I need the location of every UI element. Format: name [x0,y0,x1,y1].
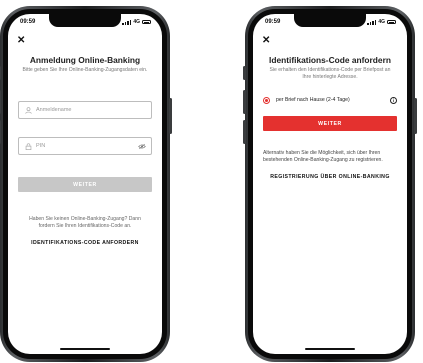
user-icon [24,106,32,114]
close-icon[interactable]: ✕ [17,36,27,46]
notch [294,14,366,27]
volume-up-button [243,90,246,114]
info-icon[interactable]: i [390,96,397,104]
login-screen: 09:59 4G ✕ Anmeldung Online-Banking Bitt… [8,14,162,354]
status-time: 09:59 [20,19,36,25]
username-field[interactable]: Anmeldename [18,101,152,119]
pin-placeholder: PIN [36,143,46,149]
network-label: 4G [378,19,385,25]
submit-button[interactable]: WEITER [18,177,152,192]
pin-field[interactable]: PIN [18,137,152,155]
network-label: 4G [133,19,140,25]
home-indicator [60,348,110,350]
register-online-banking-link[interactable]: REGISTRIERUNG ÜBER ONLINE-BANKING [253,174,407,180]
mute-switch [243,66,246,80]
signal-icon [122,19,132,25]
no-access-note: Haben Sie keinen Online-Banking-Zugang? … [29,216,141,229]
power-button [414,98,417,134]
signal-icon [367,19,377,25]
delivery-option-letter[interactable]: per Brief nach Hause (2-4 Tage) i [263,94,397,106]
battery-icon [142,20,151,24]
notch [49,14,121,27]
close-icon[interactable]: ✕ [262,36,272,46]
page-subtitle: Bitte geben Sie Ihre Online-Banking-Zuga… [22,67,148,73]
mute-switch [0,66,1,80]
page-title: Anmeldung Online-Banking [29,55,141,65]
power-button [169,98,172,134]
volume-down-button [243,120,246,144]
submit-button[interactable]: WEITER [263,116,397,131]
home-indicator [305,348,355,350]
phone-request-code: 09:59 4G ✕ Identifikations-Code anforder… [243,6,417,362]
volume-down-button [0,120,1,144]
volume-up-button [0,90,1,114]
lock-icon [24,142,32,150]
battery-icon [387,20,396,24]
request-code-screen: 09:59 4G ✕ Identifikations-Code anforder… [253,14,407,354]
page-subtitle: Sie erhalten den Identifikations-Code pe… [269,67,391,80]
username-placeholder: Anmeldename [36,107,72,113]
request-code-link[interactable]: IDENTIFIKATIONS-CODE ANFORDERN [8,240,162,246]
status-time: 09:59 [265,19,281,25]
phone-login: 09:59 4G ✕ Anmeldung Online-Banking Bitt… [0,6,172,362]
eye-off-icon[interactable] [138,142,146,150]
radio-selected[interactable] [263,96,270,104]
page-title: Identifikations-Code anfordern [269,55,391,65]
option-label: per Brief nach Hause (2-4 Tage) [276,97,350,103]
alternative-text: Alternativ haben Sie die Möglichkeit, si… [263,150,383,163]
